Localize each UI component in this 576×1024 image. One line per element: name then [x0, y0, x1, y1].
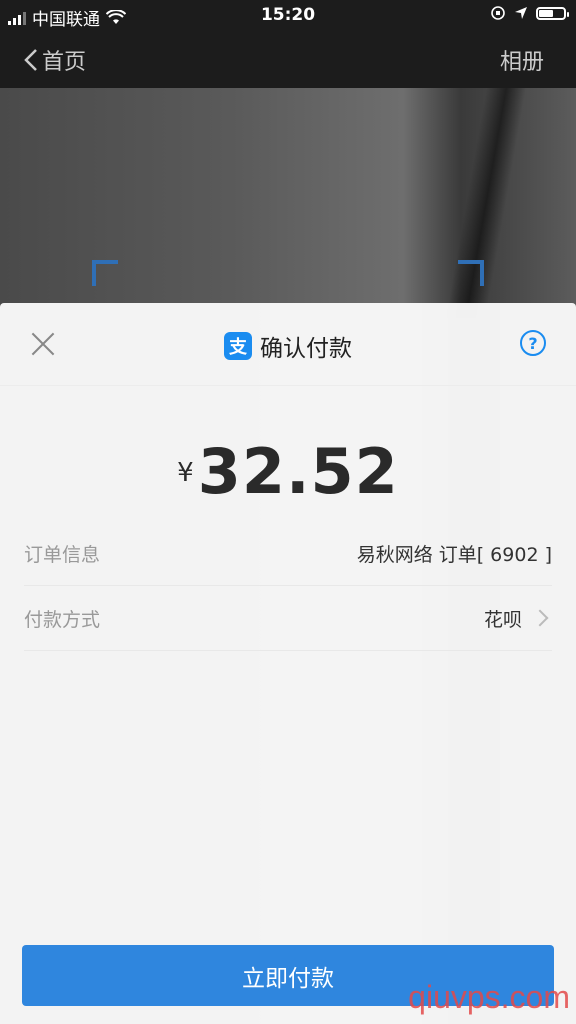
payment-method-value: 花呗 — [483, 608, 522, 631]
orientation-lock-icon — [491, 6, 505, 20]
payment-method-label: 付款方式 — [24, 608, 101, 631]
chevron-left-icon — [24, 49, 37, 71]
help-icon[interactable]: ? — [520, 330, 546, 356]
sheet-title: 确认付款 — [260, 336, 352, 362]
album-button[interactable]: 相册 — [500, 44, 544, 76]
payment-method-value-group: 花呗 — [484, 605, 552, 632]
currency-symbol: ¥ — [177, 458, 194, 488]
alipay-logo-icon: 支 — [224, 332, 252, 360]
back-label: 首页 — [42, 50, 87, 75]
payment-method-row[interactable]: 付款方式 花呗 — [24, 586, 552, 651]
payment-sheet: 支 确认付款 ? ¥32.52 订单信息 易秋网络 订单[ 6902 ] 付款方… — [0, 303, 576, 1024]
watermark-text: qiuvps.com — [408, 979, 570, 1015]
back-button[interactable]: 首页 — [24, 44, 86, 76]
chevron-right-icon — [531, 609, 549, 627]
sheet-title-group: 支 确认付款 — [0, 329, 576, 363]
nav-bar: 首页 相册 — [0, 30, 576, 88]
sheet-header: 支 确认付款 ? — [0, 303, 576, 386]
payment-amount: ¥32.52 — [0, 435, 576, 508]
amount-value: 32.52 — [197, 435, 399, 508]
status-bar: 中国联通 15:20 — [0, 0, 576, 30]
location-icon — [515, 7, 527, 19]
order-info-value: 易秋网络 订单[ 6902 ] — [356, 543, 552, 566]
order-info-label: 订单信息 — [24, 543, 101, 566]
order-info-row: 订单信息 易秋网络 订单[ 6902 ] — [24, 521, 552, 586]
status-right — [490, 5, 569, 21]
battery-icon — [536, 6, 569, 20]
scan-corner-tl — [92, 260, 118, 286]
scan-corner-tr — [458, 260, 484, 286]
